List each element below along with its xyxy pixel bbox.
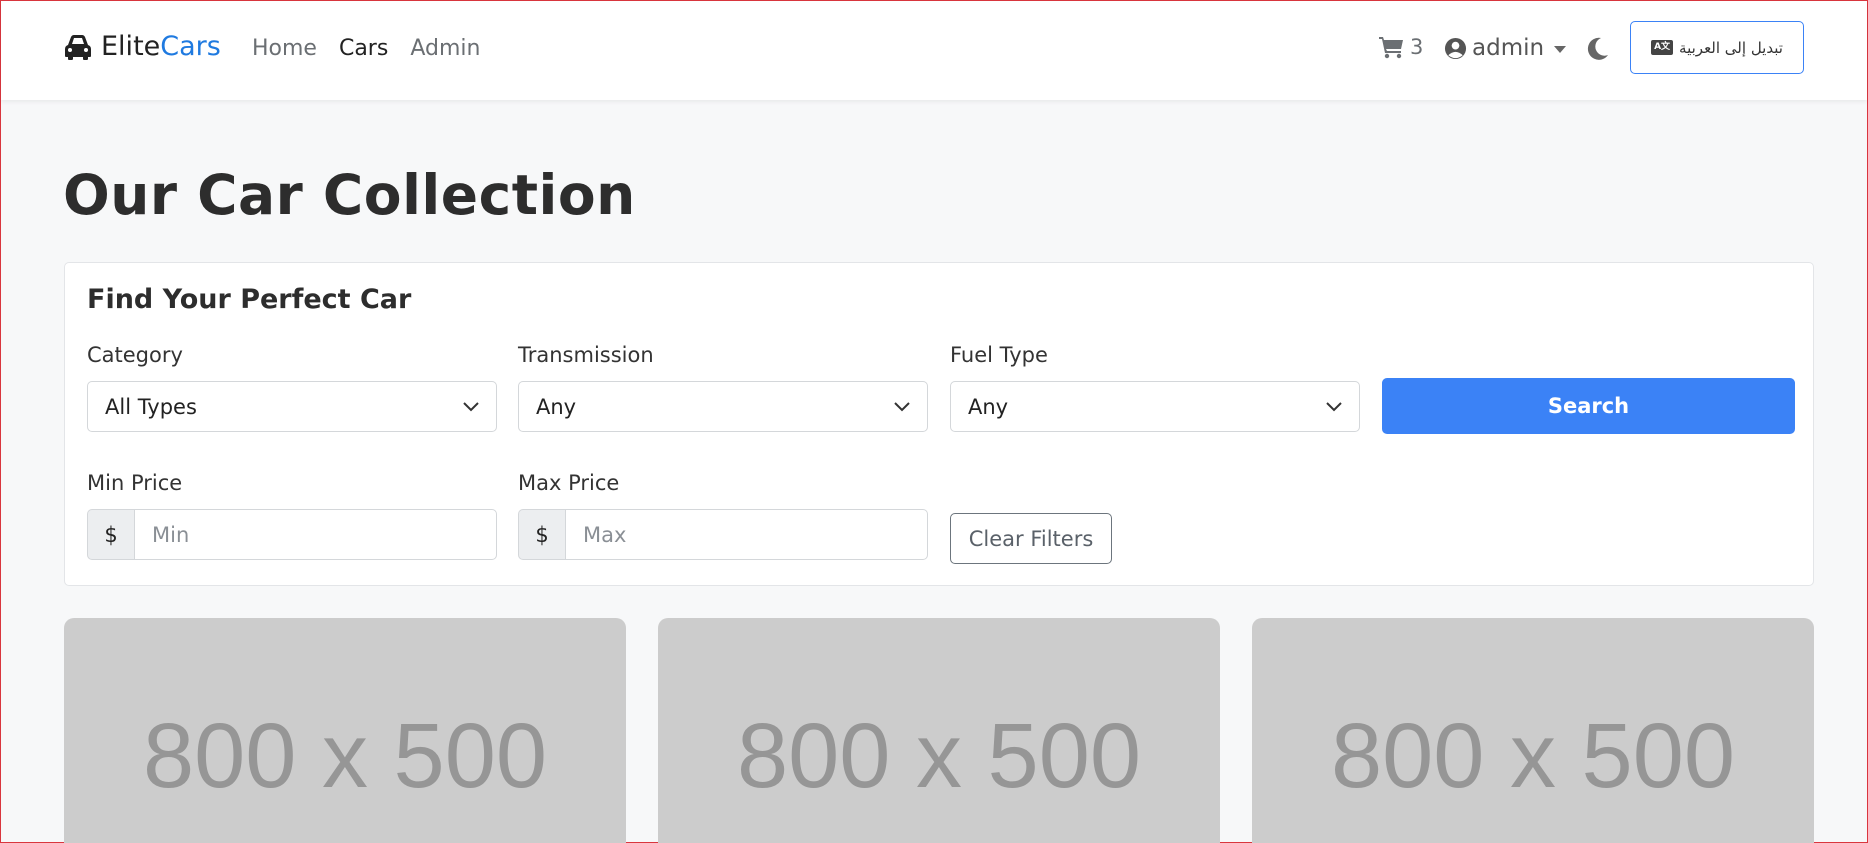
nav-cars[interactable]: Cars [339,36,388,61]
transmission-field: Transmission Any [518,343,928,432]
clear-filters-button[interactable]: Clear Filters [950,513,1112,564]
car-card[interactable]: 800 x 500 [64,618,626,843]
max-price-label: Max Price [518,471,620,495]
chevron-down-icon [463,401,479,411]
fuel-type-value: Any [968,394,1009,419]
search-button[interactable]: Search [1382,378,1795,434]
category-value: All Types [105,394,197,419]
language-icon: A文 [1651,40,1674,55]
category-field: Category All Types [87,343,497,432]
nav-home[interactable]: Home [252,36,317,61]
car-card[interactable]: 800 x 500 [658,618,1220,843]
fuel-type-field: Fuel Type Any [950,343,1360,432]
brand-name-part2: Cars [160,31,221,62]
min-price-group: $ [87,509,497,560]
user-name: admin [1472,35,1545,61]
filter-card: Find Your Perfect Car Category All Types… [64,262,1814,586]
chevron-down-icon [1554,46,1567,53]
brand-logo[interactable]: Elite Cars [63,31,221,62]
transmission-select[interactable]: Any [518,381,928,432]
brand-name-part1: Elite [101,31,161,62]
car-image-placeholder: 800 x 500 [736,705,1142,807]
cart-icon [1379,37,1403,59]
category-select[interactable]: All Types [87,381,497,432]
max-price-input[interactable] [565,509,928,560]
moon-icon[interactable] [1587,37,1609,61]
language-toggle-button[interactable]: A文 تبديل إلى العربية [1630,21,1804,74]
car-image-placeholder: 800 x 500 [1330,705,1736,807]
fuel-type-select[interactable]: Any [950,381,1360,432]
fuel-type-label: Fuel Type [950,343,1048,367]
navbar: Elite Cars Home Cars Admin 3 admin A文 تبد… [1,1,1867,100]
max-price-field: Max Price $ [518,471,928,560]
max-price-group: $ [518,509,928,560]
min-price-label: Min Price [87,471,183,495]
language-toggle-label: تبديل إلى العربية [1679,38,1783,57]
chevron-down-icon [1326,401,1342,411]
car-card[interactable]: 800 x 500 [1252,618,1814,843]
chevron-down-icon [894,401,910,411]
user-circle-icon [1444,37,1467,59]
cart-link[interactable]: 3 [1379,35,1423,59]
transmission-label: Transmission [518,343,654,367]
nav-admin[interactable]: Admin [410,36,480,61]
filter-card-title: Find Your Perfect Car [87,284,412,315]
min-price-field: Min Price $ [87,471,497,560]
category-label: Category [87,343,183,367]
page-title: Our Car Collection [63,163,636,227]
car-image-placeholder: 800 x 500 [142,705,548,807]
main-nav: Home Cars Admin [252,36,480,61]
user-menu[interactable]: admin [1444,35,1567,61]
transmission-value: Any [536,394,577,419]
cart-count: 3 [1410,35,1424,59]
car-icon [65,34,91,60]
currency-addon: $ [518,509,565,560]
min-price-input[interactable] [134,509,497,560]
currency-addon: $ [87,509,134,560]
